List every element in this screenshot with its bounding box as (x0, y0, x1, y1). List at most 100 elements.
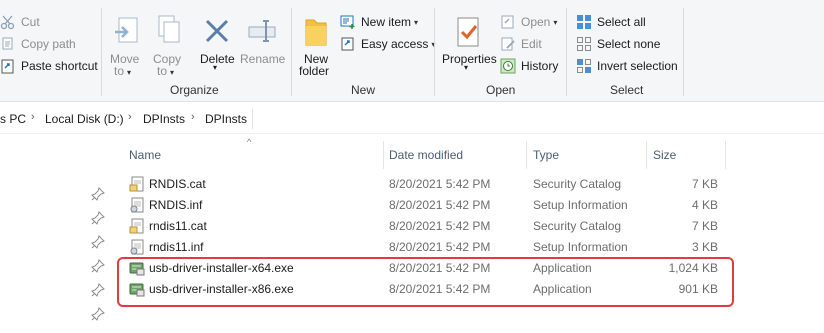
select-all-icon (576, 14, 592, 30)
setup-info-file-icon (129, 239, 145, 255)
new-folder-button[interactable]: New folder (296, 8, 336, 78)
file-type: Setup Information (533, 198, 628, 212)
chevron-right-icon[interactable]: › (31, 111, 35, 123)
file-size: 3 KB (691, 240, 718, 254)
rename-label: Rename (240, 52, 286, 66)
copy-to-button[interactable]: Copy to ▾ (148, 8, 186, 78)
rename-icon (247, 16, 277, 46)
select-none-button[interactable]: Select none (576, 34, 660, 54)
highlight-annotation-box (117, 257, 734, 307)
column-divider[interactable] (646, 141, 647, 169)
breadcrumb-this-pc[interactable]: s PC (0, 112, 26, 126)
chevron-right-icon[interactable]: › (191, 111, 195, 123)
file-row[interactable]: rndis11.cat 8/20/2021 5:42 PM Security C… (0, 216, 824, 237)
invert-selection-button[interactable]: Invert selection (576, 56, 678, 76)
move-to-button[interactable]: Move to ▾ (106, 8, 144, 78)
catalog-file-icon (129, 176, 145, 192)
chevron-down-icon: ▾ (464, 63, 469, 72)
new-item-label: New item (361, 15, 412, 29)
file-date: 8/20/2021 5:42 PM (389, 240, 491, 254)
file-row[interactable]: rndis11.inf 8/20/2021 5:42 PM Setup Info… (0, 237, 824, 258)
address-bar[interactable]: s PC › Local Disk (D:) › DPInsts › DPIns… (0, 105, 824, 134)
chevron-down-icon: ▾ (170, 68, 175, 77)
chevron-down-icon: ▾ (414, 17, 419, 27)
easy-access-icon (340, 36, 356, 52)
file-name: rndis11.cat (149, 219, 207, 233)
new-item-icon (340, 14, 356, 30)
folder-icon (304, 16, 328, 48)
easy-access-button[interactable]: Easy access▾ (340, 34, 435, 54)
cut-label: Cut (21, 15, 40, 29)
chevron-down-icon: ▾ (553, 17, 558, 27)
breadcrumb-dpinsts-current[interactable]: DPInsts (205, 112, 247, 126)
column-header-type[interactable]: Type (533, 148, 559, 162)
properties-checkmark-icon (454, 16, 482, 48)
chevron-down-icon: ▾ (213, 63, 218, 72)
ribbon-separator (101, 8, 102, 96)
select-none-label: Select none (597, 37, 661, 51)
open-button[interactable]: Open ▾ (500, 12, 557, 32)
sort-ascending-icon: ^ (247, 137, 252, 147)
history-button[interactable]: History (500, 56, 558, 76)
file-name: rndis11.inf (149, 240, 204, 254)
edit-button[interactable]: Edit (500, 34, 542, 54)
delete-button[interactable]: Delete ▾ (196, 8, 236, 78)
move-to-label-line2: to ▾ (114, 64, 132, 78)
file-type: Setup Information (533, 240, 628, 254)
column-header-date-modified[interactable]: Date modified (389, 148, 463, 162)
new-group-label: New (351, 83, 376, 97)
ribbon-separator (566, 8, 567, 96)
edit-pencil-icon (500, 36, 516, 52)
organize-group-label: Organize (170, 83, 219, 97)
ribbon-separator (683, 8, 684, 96)
edit-label: Edit (521, 37, 542, 51)
copy-path-button[interactable]: Copy path (0, 34, 76, 54)
file-size: 7 KB (691, 177, 718, 191)
file-row[interactable]: RNDIS.inf 8/20/2021 5:42 PM Setup Inform… (0, 195, 824, 216)
column-divider[interactable] (725, 141, 726, 169)
column-divider[interactable] (383, 141, 384, 169)
copy-to-label-line2: to ▾ (157, 64, 175, 78)
new-folder-label-line2: folder (299, 64, 330, 78)
rename-button[interactable]: Rename (238, 8, 286, 78)
file-row[interactable]: RNDIS.cat 8/20/2021 5:42 PM Security Cat… (0, 174, 824, 195)
column-header-name[interactable]: Name (129, 148, 161, 162)
scissors-icon (0, 14, 16, 30)
invert-selection-label: Invert selection (597, 59, 678, 73)
history-clock-icon (500, 58, 516, 74)
properties-button[interactable]: Properties ▾ (440, 8, 497, 78)
file-name: RNDIS.cat (149, 177, 206, 191)
pin-icon[interactable] (91, 307, 105, 321)
file-size: 4 KB (691, 198, 718, 212)
move-to-icon (113, 16, 139, 46)
ribbon-separator (291, 8, 292, 96)
copy-path-icon (0, 36, 16, 52)
select-all-button[interactable]: Select all (576, 12, 646, 32)
catalog-file-icon (129, 218, 145, 234)
paste-shortcut-button[interactable]: Paste shortcut (0, 56, 98, 76)
file-name: RNDIS.inf (149, 198, 203, 212)
delete-label: Delete (200, 52, 235, 66)
file-date: 8/20/2021 5:42 PM (389, 177, 491, 191)
open-group-label: Open (486, 83, 516, 97)
open-label: Open (521, 15, 551, 29)
chevron-right-icon[interactable]: › (128, 111, 132, 123)
file-size: 7 KB (691, 219, 718, 233)
chevron-down-icon: ▾ (127, 68, 132, 77)
delete-x-icon (204, 18, 230, 44)
column-divider[interactable] (526, 141, 527, 169)
cut-button[interactable]: Cut (0, 12, 40, 32)
breadcrumb-local-disk[interactable]: Local Disk (D:) (45, 112, 124, 126)
properties-label: Properties (442, 52, 497, 66)
select-all-label: Select all (597, 15, 646, 29)
ribbon: Cut Copy path Paste shortcut Move to ▾ Co… (0, 0, 824, 102)
open-icon (500, 14, 516, 30)
column-header-size[interactable]: Size (653, 148, 676, 162)
paste-shortcut-icon (0, 58, 16, 74)
file-date: 8/20/2021 5:42 PM (389, 219, 491, 233)
breadcrumb-dpinsts[interactable]: DPInsts (143, 112, 185, 126)
copy-to-icon (155, 14, 181, 46)
new-item-button[interactable]: New item ▾ (340, 12, 418, 32)
file-date: 8/20/2021 5:42 PM (389, 198, 491, 212)
select-group-label: Select (610, 83, 644, 97)
